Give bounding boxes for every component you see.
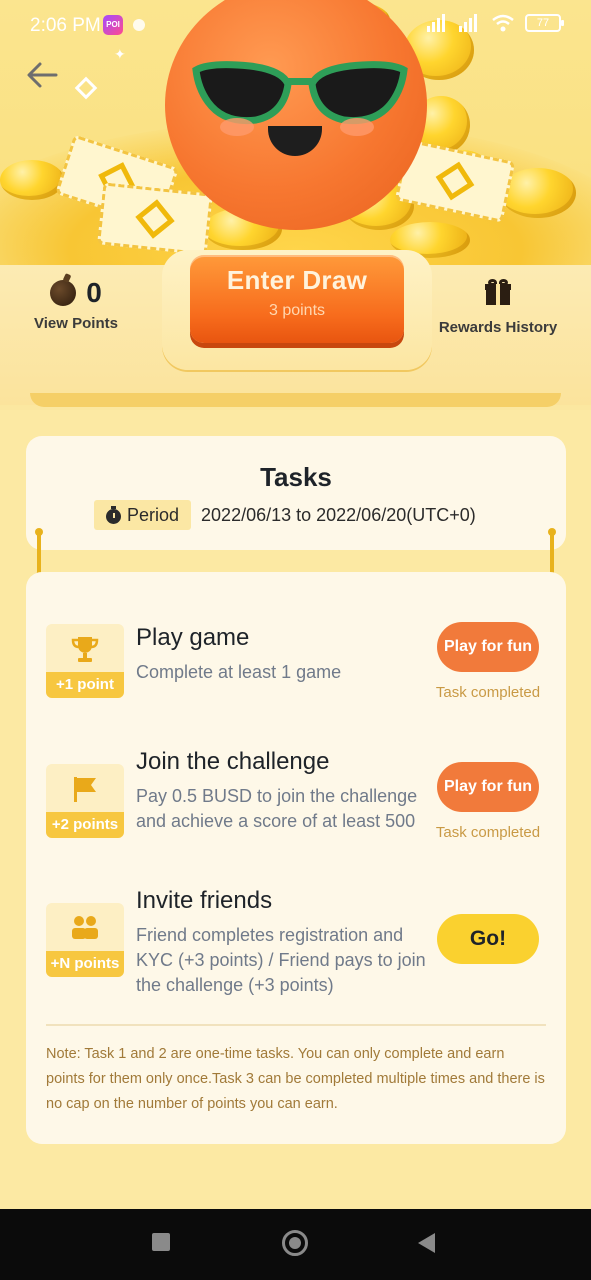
status-bar: 2:06 PM POI 77 xyxy=(0,0,591,50)
play-for-fun-button[interactable]: Play for fun xyxy=(437,622,539,672)
signal-icon xyxy=(459,14,481,32)
status-time: 2:06 PM xyxy=(30,15,101,36)
points-bomb-icon xyxy=(50,280,77,306)
task-points-badge: +2 points xyxy=(46,764,124,838)
period-row: Period 2022/06/13 to 2022/06/20(UTC+0) xyxy=(94,500,476,530)
task-action: Play for fun Task completed xyxy=(428,762,548,841)
back-triangle-icon[interactable] xyxy=(418,1233,435,1253)
tasks-list-card: +1 point Play game Complete at least 1 g… xyxy=(26,572,566,1144)
signal-icon xyxy=(427,14,449,32)
trophy-icon xyxy=(71,637,99,662)
battery-icon: 77 xyxy=(525,14,564,32)
home-icon[interactable] xyxy=(282,1230,308,1256)
view-points-label: View Points xyxy=(34,315,118,332)
divider xyxy=(46,1024,546,1026)
status-icons: 77 xyxy=(427,14,564,32)
app-notification-icon: POI xyxy=(103,15,123,35)
notification-dot-icon xyxy=(133,19,145,31)
enter-draw-button[interactable]: Enter Draw 3 points xyxy=(190,255,404,343)
flag-icon xyxy=(74,777,96,802)
friends-icon xyxy=(72,916,98,939)
system-nav-bar xyxy=(0,1209,591,1280)
play-for-fun-button[interactable]: Play for fun xyxy=(437,762,539,812)
task-text: Play game Complete at least 1 game xyxy=(136,624,426,685)
period-label: Period xyxy=(127,504,180,525)
task-text: Join the challenge Pay 0.5 BUSD to join … xyxy=(136,748,426,834)
wifi-icon xyxy=(492,14,514,32)
sparkle-icon: ✦ xyxy=(114,46,126,62)
task-status: Task completed xyxy=(435,824,541,841)
task-item-play-game: +1 point Play game Complete at least 1 g… xyxy=(46,622,548,714)
sunglasses-icon xyxy=(192,61,408,125)
gift-icon xyxy=(485,279,511,305)
task-item-join-challenge: +2 points Join the challenge Pay 0.5 BUS… xyxy=(46,748,546,858)
task-points: +N points xyxy=(46,951,124,977)
draw-panel: 0 View Points Enter Draw 3 points Reward… xyxy=(0,245,591,410)
task-points: +1 point xyxy=(46,672,124,698)
task-action: Go! xyxy=(428,914,548,964)
task-description: Pay 0.5 BUSD to join the challenge and a… xyxy=(136,786,418,831)
panel-rim xyxy=(30,393,561,407)
task-text: Invite friends Friend completes registra… xyxy=(136,887,426,998)
task-action: Play for fun Task completed xyxy=(428,622,548,701)
period-badge: Period xyxy=(94,500,192,530)
task-points: +2 points xyxy=(46,812,124,838)
task-description: Friend completes registration and KYC (+… xyxy=(136,925,426,995)
coin-decoration xyxy=(0,160,64,200)
enter-draw-cost: 3 points xyxy=(268,302,326,319)
rewards-history-button[interactable]: Rewards History xyxy=(434,275,562,336)
task-status: Task completed xyxy=(435,684,541,701)
task-title: Invite friends xyxy=(136,887,273,914)
tasks-header-card: Tasks Period 2022/06/13 to 2022/06/20(UT… xyxy=(26,436,566,550)
task-title: Join the challenge xyxy=(136,748,330,775)
enter-draw-title: Enter Draw xyxy=(226,265,368,295)
view-points-button[interactable]: 0 View Points xyxy=(24,275,128,332)
back-arrow-icon[interactable] xyxy=(22,58,62,92)
stopwatch-icon xyxy=(106,506,121,524)
rewards-history-label: Rewards History xyxy=(438,319,558,336)
mascot-cheek xyxy=(340,118,374,136)
task-description: Complete at least 1 game xyxy=(136,662,342,682)
task-points-badge: +1 point xyxy=(46,624,124,698)
mascot-cheek xyxy=(220,118,254,136)
tasks-title: Tasks xyxy=(260,462,332,492)
task-item-invite-friends: +N points Invite friends Friend complete… xyxy=(46,887,546,997)
recent-apps-icon[interactable] xyxy=(152,1233,170,1251)
task-title: Play game xyxy=(136,624,250,651)
points-balance: 0 xyxy=(24,275,128,311)
sparkle-icon xyxy=(74,76,98,100)
tasks-note: Note: Task 1 and 2 are one-time tasks. Y… xyxy=(46,1046,545,1112)
task-points-badge: +N points xyxy=(46,903,124,977)
points-count: 0 xyxy=(86,277,102,308)
period-range: 2022/06/13 to 2022/06/20(UTC+0) xyxy=(201,504,476,525)
go-button[interactable]: Go! xyxy=(437,914,539,964)
